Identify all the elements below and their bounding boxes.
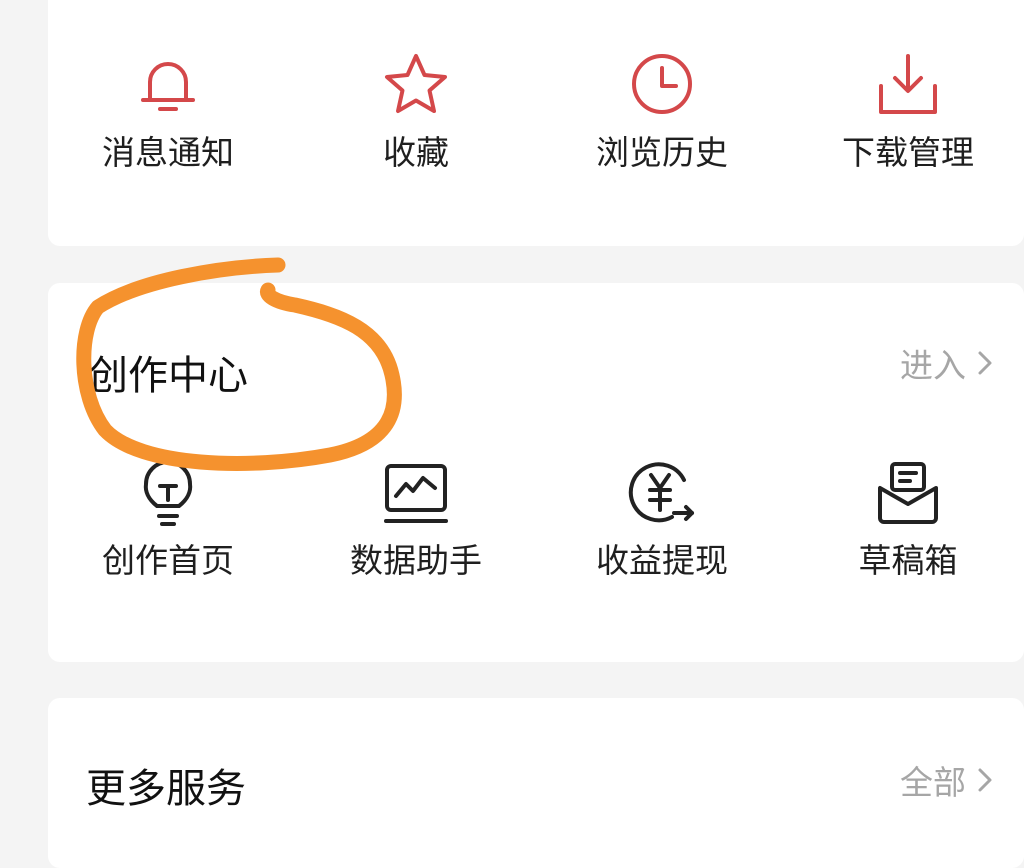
downloads-button[interactable]: 下载管理 xyxy=(808,50,1008,200)
yuan-withdraw-icon xyxy=(626,458,698,530)
creation-tools-row: 创作首页 数据助手 收益提现 草稿箱 xyxy=(48,458,1024,608)
favorites-label: 收藏 xyxy=(383,133,449,172)
chevron-right-icon xyxy=(976,766,994,794)
creation-center-enter-link[interactable]: 进入 xyxy=(900,343,994,385)
lightbulb-icon xyxy=(132,458,204,530)
chevron-right-icon xyxy=(976,349,994,377)
notifications-button[interactable]: 消息通知 xyxy=(68,50,268,200)
clock-icon xyxy=(626,50,698,122)
bell-icon xyxy=(132,50,204,122)
history-button[interactable]: 浏览历史 xyxy=(562,50,762,200)
data-assistant-label: 数据助手 xyxy=(350,541,482,580)
download-tray-icon xyxy=(872,50,944,122)
quick-actions-row: 消息通知 收藏 浏览历史 下载管理 xyxy=(48,50,1024,200)
star-icon xyxy=(380,50,452,122)
more-services-all-link[interactable]: 全部 xyxy=(900,760,994,802)
all-label: 全部 xyxy=(900,763,966,802)
favorites-button[interactable]: 收藏 xyxy=(316,50,516,200)
history-label: 浏览历史 xyxy=(596,133,728,172)
notifications-label: 消息通知 xyxy=(102,133,234,172)
earnings-withdraw-label: 收益提现 xyxy=(596,541,728,580)
creation-center-card: 创作中心 进入 创作首页 数据助手 收益提现 草稿箱 xyxy=(48,283,1024,662)
downloads-label: 下载管理 xyxy=(842,133,974,172)
more-services-title: 更多服务 xyxy=(86,766,246,812)
draft-box-label: 草稿箱 xyxy=(858,541,958,580)
enter-label: 进入 xyxy=(900,346,966,385)
draft-box-button[interactable]: 草稿箱 xyxy=(808,458,1008,608)
data-assistant-button[interactable]: 数据助手 xyxy=(316,458,516,608)
more-services-card: 更多服务 全部 xyxy=(48,698,1024,868)
earnings-withdraw-button[interactable]: 收益提现 xyxy=(562,458,762,608)
creation-home-button[interactable]: 创作首页 xyxy=(68,458,268,608)
draft-box-icon xyxy=(872,458,944,530)
creation-home-label: 创作首页 xyxy=(102,541,234,580)
quick-actions-card: 消息通知 收藏 浏览历史 下载管理 xyxy=(48,0,1024,246)
creation-center-title: 创作中心 xyxy=(88,353,248,399)
chart-monitor-icon xyxy=(380,458,452,530)
